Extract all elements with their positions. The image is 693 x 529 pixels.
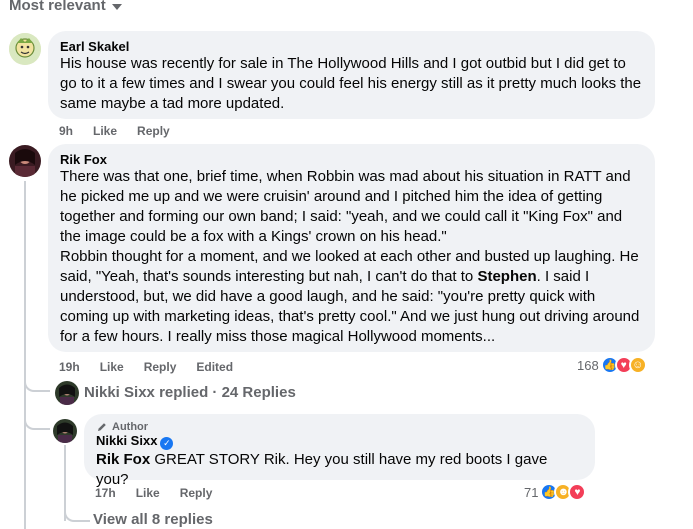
comment-time[interactable]: 19h — [59, 360, 80, 374]
reply-bubble: Author Nikki Sixx ✓ Rik Fox GREAT STORY R… — [84, 414, 595, 488]
avatar[interactable] — [9, 33, 41, 65]
reaction-summary[interactable]: 168 👍 ♥ ☺ — [577, 356, 647, 374]
avatar[interactable] — [9, 145, 41, 177]
replies-summary-text: replied · 24 Replies — [159, 384, 296, 401]
comment-time[interactable]: 9h — [59, 124, 73, 138]
reply-button[interactable]: Reply — [180, 486, 213, 500]
care-reaction-icon: ☺ — [628, 356, 647, 374]
author-badge-label: Author — [112, 421, 149, 433]
reply-author-name: Nikki Sixx — [96, 433, 158, 448]
comment-text-paragraph-2: Robbin thought for a moment, and we look… — [60, 247, 643, 347]
comment-author[interactable]: Earl Skakel — [60, 39, 643, 54]
thread-connector — [24, 418, 50, 430]
reply-button[interactable]: Reply — [137, 124, 170, 138]
pencil-icon — [98, 423, 106, 431]
reaction-count: 168 — [577, 357, 599, 373]
like-button[interactable]: Like — [100, 360, 124, 374]
verified-badge-icon: ✓ — [160, 437, 174, 450]
replier-name: Nikki Sixx — [84, 384, 155, 401]
thread-connector — [64, 510, 90, 522]
edited-label[interactable]: Edited — [196, 360, 233, 374]
thread-connector — [24, 380, 50, 392]
comment-text: His house was recently for sale in The H… — [60, 55, 642, 112]
mention-stephen: Stephen — [477, 268, 537, 285]
replies-summary-link[interactable]: Nikki Sixx replied · 24 Replies — [84, 384, 296, 401]
avatar[interactable] — [55, 381, 79, 405]
comment-bubble: Rik Fox There was that one, brief time, … — [48, 144, 655, 352]
thread-line — [24, 181, 26, 529]
avatar[interactable] — [53, 419, 77, 443]
view-all-replies-link[interactable]: View all 8 replies — [93, 511, 213, 528]
comment-bubble: Earl Skakel His house was recently for s… — [48, 31, 655, 119]
reply-text: Rik Fox GREAT STORY Rik. Hey you still h… — [96, 450, 583, 490]
love-reaction-icon: ♥ — [568, 483, 587, 501]
chevron-down-icon — [111, 3, 122, 10]
reply-button[interactable]: Reply — [144, 360, 177, 374]
reply-author[interactable]: Nikki Sixx ✓ — [96, 433, 583, 450]
author-badge: Author — [96, 421, 583, 433]
sort-dropdown[interactable]: Most relevant — [9, 0, 122, 14]
comment-actions: 9h Like Reply — [59, 124, 190, 138]
reaction-count: 71 — [524, 484, 539, 500]
like-button[interactable]: Like — [93, 124, 117, 138]
mention-link[interactable]: Rik Fox — [96, 451, 150, 468]
comment-author[interactable]: Rik Fox — [60, 152, 643, 167]
reaction-summary[interactable]: 71 👍 ☻ ♥ — [524, 483, 587, 501]
sort-label: Most relevant — [9, 0, 106, 14]
comment-text-paragraph-1: There was that one, brief time, when Rob… — [60, 168, 631, 245]
reply-actions: 17h Like Reply — [95, 486, 232, 500]
like-button[interactable]: Like — [136, 486, 160, 500]
reply-text-body: GREAT STORY Rik. Hey you still have my r… — [96, 451, 548, 488]
reply-time[interactable]: 17h — [95, 486, 116, 500]
comment-actions: 19h Like Reply Edited — [59, 360, 253, 374]
